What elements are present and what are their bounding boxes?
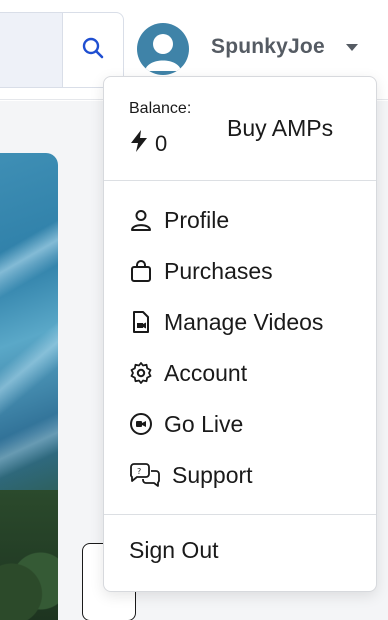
sign-out-link[interactable]: Sign Out: [129, 537, 219, 564]
lightning-icon: [129, 129, 149, 158]
search-input[interactable]: [0, 12, 64, 88]
menu-item-manage-videos[interactable]: Manage Videos: [128, 305, 323, 339]
live-camera-icon: [128, 411, 154, 437]
balance-value: 0: [155, 130, 168, 156]
menu-item-go-live[interactable]: Go Live: [128, 407, 243, 441]
chat-bubbles-icon: ?: [128, 462, 162, 488]
menu-item-label: Manage Videos: [164, 308, 324, 335]
chevron-down-icon[interactable]: [346, 44, 358, 51]
menu-item-label: Support: [172, 461, 253, 488]
search-icon: [81, 36, 105, 65]
thumbnail-trees: [0, 490, 58, 620]
gear-icon: [128, 360, 154, 386]
buy-amps-link[interactable]: Buy AMPs: [227, 115, 333, 142]
shopping-bag-icon: [128, 258, 154, 284]
menu-item-profile[interactable]: Profile: [128, 203, 229, 237]
menu-divider: [104, 514, 376, 515]
video-file-icon: [128, 309, 154, 335]
balance-label: Balance:: [129, 100, 192, 117]
menu-item-label: Profile: [164, 206, 230, 233]
avatar[interactable]: [137, 23, 189, 75]
menu-divider: [104, 180, 376, 181]
user-icon: [128, 207, 154, 233]
username[interactable]: SpunkyJoe: [211, 35, 325, 59]
menu-item-purchases[interactable]: Purchases: [128, 254, 273, 288]
balance-row: 0: [129, 129, 167, 158]
menu-item-account[interactable]: Account: [128, 356, 247, 390]
menu-item-label: Account: [164, 359, 248, 386]
svg-text:?: ?: [137, 467, 141, 476]
menu-item-support[interactable]: ? Support: [128, 458, 253, 492]
menu-item-label: Go Live: [164, 410, 244, 437]
menu-item-label: Purchases: [164, 257, 273, 284]
user-dropdown-menu: Balance: 0 Buy AMPs Profile Purchases Ma…: [103, 76, 377, 592]
video-thumbnail[interactable]: [0, 153, 58, 620]
